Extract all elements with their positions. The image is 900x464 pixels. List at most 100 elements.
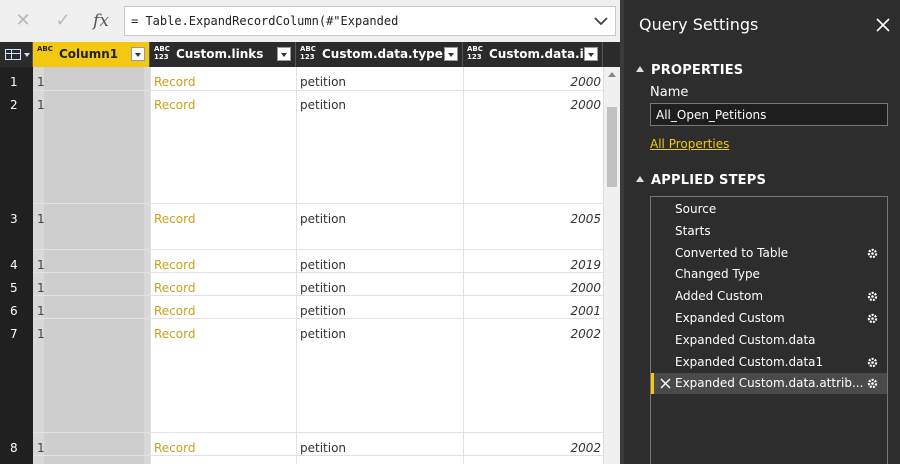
- cell-type: petition: [300, 98, 347, 112]
- applied-step[interactable]: Starts: [651, 221, 887, 242]
- applied-step-label: Source: [675, 202, 717, 216]
- cell-type: petition: [300, 441, 347, 455]
- applied-step[interactable]: Expanded Custom.data.attrib...: [651, 373, 887, 395]
- cell-column1: 1: [37, 281, 45, 295]
- record-link[interactable]: Record: [154, 304, 195, 318]
- all-properties-link[interactable]: All Properties: [650, 137, 729, 151]
- vertical-scrollbar[interactable]: [603, 67, 620, 464]
- formula-bar: ✕ ✓ fx = Table.ExpandRecordColumn(#"Expa…: [0, 0, 620, 42]
- query-name-input[interactable]: [650, 103, 888, 126]
- cell-type: petition: [300, 281, 347, 295]
- cell-type: petition: [300, 327, 347, 341]
- applied-step-label: Changed Type: [675, 267, 760, 282]
- row-number[interactable]: 7: [10, 327, 18, 341]
- applied-step-label: Converted to Table: [675, 245, 789, 260]
- data-grid: ABC Column1 ABC 123 Custom.links ABC 123 Custom…: [0, 42, 620, 464]
- row-number[interactable]: 1: [10, 75, 18, 89]
- type-abc: ABC: [37, 45, 53, 53]
- grid-line: [296, 67, 297, 464]
- power-query-editor: ✕ ✓ fx = Table.ExpandRecordColumn(#"Expa…: [0, 0, 900, 464]
- cell-column1: 1: [37, 441, 45, 455]
- cell-id: 2019: [570, 258, 601, 272]
- applied-step-label: Expanded Custom.data1: [675, 354, 824, 369]
- gear-icon[interactable]: [866, 377, 879, 390]
- filter-dropdown-icon[interactable]: [277, 47, 291, 61]
- row-number[interactable]: 3: [10, 212, 18, 226]
- type-icon[interactable]: ABC: [37, 45, 53, 53]
- applied-step[interactable]: Expanded Custom.data1: [651, 352, 887, 373]
- record-link[interactable]: Record: [154, 327, 195, 341]
- type-abc: ABC: [467, 45, 483, 53]
- column-header[interactable]: ABC 123 Custom.links: [150, 42, 296, 67]
- applied-steps-section-toggle[interactable]: APPLIED STEPS: [636, 173, 766, 188]
- cell-column1: 1: [37, 327, 45, 341]
- gear-icon[interactable]: [866, 290, 879, 303]
- type-icon[interactable]: ABC 123: [300, 45, 316, 61]
- row-number[interactable]: 5: [10, 281, 18, 295]
- chevron-down-icon[interactable]: [593, 11, 609, 31]
- row-number[interactable]: 8: [10, 441, 18, 455]
- cell-id: 2000: [570, 281, 601, 295]
- close-icon[interactable]: [873, 15, 893, 35]
- name-label: Name: [650, 85, 689, 100]
- applied-step[interactable]: Changed Type: [651, 264, 887, 285]
- column-header-label: Column1: [59, 47, 119, 61]
- cancel-icon[interactable]: ✕: [8, 8, 38, 34]
- gear-icon[interactable]: [866, 356, 879, 369]
- cell-type: petition: [300, 212, 347, 226]
- applied-step-label: Expanded Custom.data.attrib...: [675, 376, 864, 391]
- commit-icon[interactable]: ✓: [48, 8, 78, 34]
- record-link[interactable]: Record: [154, 212, 195, 226]
- column-header[interactable]: ABC 123 Custom.data.type: [296, 42, 463, 67]
- applied-step[interactable]: Added Custom: [651, 286, 887, 307]
- row-number[interactable]: 6: [10, 304, 18, 318]
- cell-column1: 1: [37, 75, 45, 89]
- grid-line: [150, 67, 151, 464]
- row-number[interactable]: 2: [10, 98, 18, 112]
- properties-section-toggle[interactable]: PROPERTIES: [636, 63, 743, 78]
- filter-dropdown-icon[interactable]: [131, 47, 145, 61]
- cell-column1: 1: [37, 98, 45, 112]
- formula-input[interactable]: = Table.ExpandRecordColumn(#"Expanded: [124, 6, 616, 36]
- record-link[interactable]: Record: [154, 258, 195, 272]
- applied-step-label: Expanded Custom: [675, 311, 785, 325]
- gear-icon[interactable]: [866, 312, 879, 325]
- properties-header: PROPERTIES: [651, 63, 744, 78]
- table-menu-button[interactable]: [0, 42, 33, 67]
- cell-column1: 1: [37, 212, 45, 226]
- delete-step-icon[interactable]: [660, 378, 671, 389]
- filter-dropdown-icon[interactable]: [444, 47, 458, 61]
- formula-text: = Table.ExpandRecordColumn(#"Expanded: [131, 14, 399, 28]
- applied-step[interactable]: Converted to Table: [651, 243, 887, 264]
- applied-steps-list: Source Starts Converted to Table Changed Ty…: [650, 196, 888, 464]
- cell-id: 2000: [570, 98, 601, 112]
- type-icon[interactable]: ABC 123: [154, 45, 170, 61]
- cell-column1: 1: [37, 258, 45, 272]
- cell-type: petition: [300, 75, 347, 89]
- scroll-up-icon[interactable]: [608, 72, 616, 77]
- record-link[interactable]: Record: [154, 98, 195, 112]
- applied-step[interactable]: Source: [651, 199, 887, 220]
- editor-pane: ✕ ✓ fx = Table.ExpandRecordColumn(#"Expa…: [0, 0, 620, 464]
- filter-dropdown-icon[interactable]: [584, 47, 598, 61]
- record-link[interactable]: Record: [154, 281, 195, 295]
- gear-icon[interactable]: [866, 247, 879, 260]
- grid-header: ABC Column1 ABC 123 Custom.links ABC 123 Custom…: [0, 42, 620, 67]
- caret-down-icon: [24, 53, 30, 57]
- type-123: 123: [467, 53, 482, 61]
- fx-icon[interactable]: fx: [86, 8, 116, 34]
- record-link[interactable]: Record: [154, 441, 195, 455]
- cell-id: 2001: [570, 304, 601, 318]
- applied-step[interactable]: Expanded Custom.data: [651, 330, 887, 351]
- applied-step[interactable]: Expanded Custom: [651, 308, 887, 329]
- scroll-thumb[interactable]: [607, 107, 617, 187]
- collapse-icon: [636, 176, 644, 182]
- cell-id: 2002: [570, 327, 601, 341]
- cell-id: 2005: [570, 212, 601, 226]
- query-settings-panel: Query Settings PROPERTIES Name All Prope…: [624, 0, 900, 464]
- column-header[interactable]: ABC 123 Custom.data.id: [463, 42, 603, 67]
- record-link[interactable]: Record: [154, 75, 195, 89]
- row-number[interactable]: 4: [10, 258, 18, 272]
- type-icon[interactable]: ABC 123: [467, 45, 483, 61]
- column-header[interactable]: ABC Column1: [33, 42, 150, 67]
